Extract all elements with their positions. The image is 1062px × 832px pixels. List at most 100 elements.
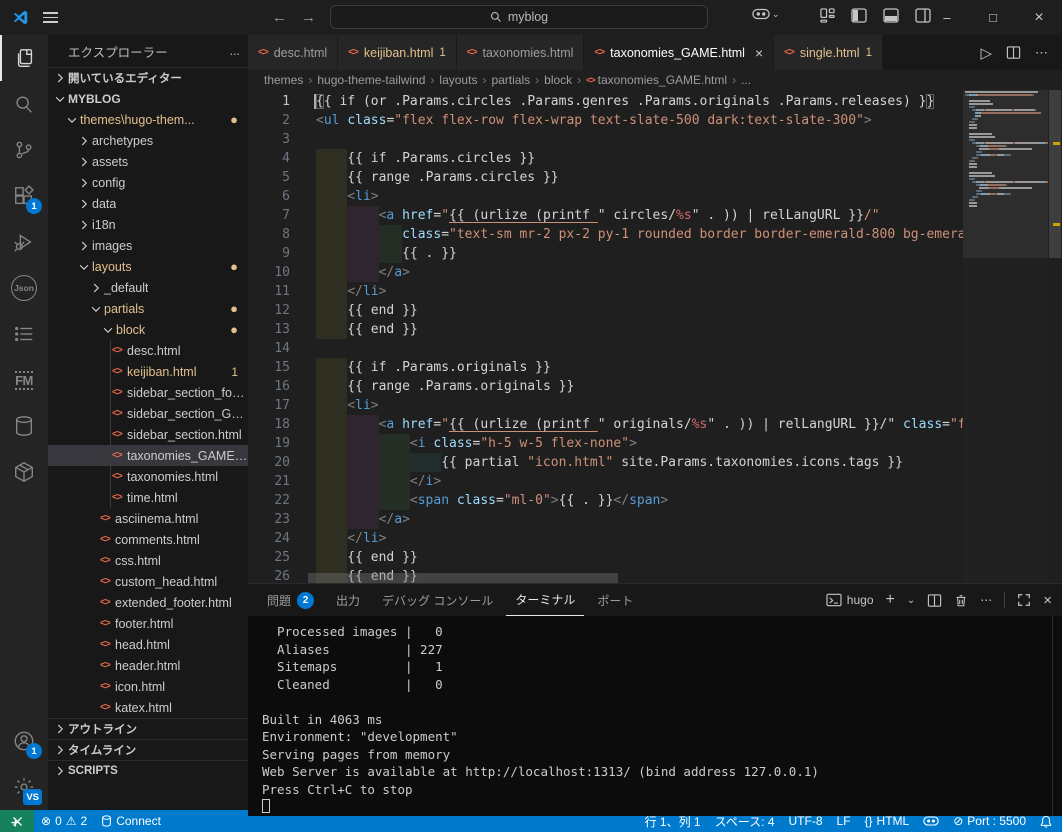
tab-taxonomies-html[interactable]: <>taxonomies.html: [457, 35, 585, 70]
tree-item-data[interactable]: data: [48, 193, 248, 214]
panel-tab-ポート[interactable]: ポート: [588, 584, 642, 616]
activity-package-icon[interactable]: [0, 449, 48, 495]
panel-tab-出力[interactable]: 出力: [327, 584, 369, 616]
tree-item-myblog[interactable]: MYBLOG: [48, 88, 248, 109]
code-line-11[interactable]: 11</li>: [248, 282, 963, 301]
tree-item-keijiban-html[interactable]: <>keijiban.html1: [48, 361, 248, 382]
breadcrumb-item[interactable]: partials: [491, 73, 530, 87]
breadcrumb-item[interactable]: ...: [741, 73, 751, 87]
tab-keijiban-html[interactable]: <>keijiban.html1: [338, 35, 457, 70]
code-line-7[interactable]: 7<a href="{{ (urlize (printf " circles/%…: [248, 206, 963, 225]
breadcrumb-item[interactable]: block: [544, 73, 572, 87]
breadcrumb-item[interactable]: hugo-theme-tailwind: [317, 73, 425, 87]
code-line-17[interactable]: 17<li>: [248, 396, 963, 415]
minimap[interactable]: [963, 90, 1048, 583]
code-line-24[interactable]: 24</li>: [248, 529, 963, 548]
tree-item-head-html[interactable]: <>head.html: [48, 634, 248, 655]
toggle-sidebar-icon[interactable]: [851, 8, 867, 23]
code-line-21[interactable]: 21</i>: [248, 472, 963, 491]
code-line-22[interactable]: 22<span class="ml-0">{{ . }}</span>: [248, 491, 963, 510]
close-button[interactable]: ×: [1016, 0, 1062, 35]
code-line-12[interactable]: 12{{ end }}: [248, 301, 963, 320]
terminal-scrollbar[interactable]: [1052, 616, 1062, 816]
tree-item-extended-footer-html[interactable]: <>extended_footer.html: [48, 592, 248, 613]
activity-database-icon[interactable]: [0, 403, 48, 449]
terminal-profile[interactable]: hugo: [826, 593, 874, 607]
code-line-6[interactable]: 6<li>: [248, 187, 963, 206]
copilot-button[interactable]: ⌄: [752, 7, 780, 21]
tab-single-html[interactable]: <>single.html1: [774, 35, 883, 70]
kill-terminal-icon[interactable]: [954, 593, 968, 608]
code-line-14[interactable]: 14: [248, 339, 963, 358]
tree-item-partials[interactable]: partials●: [48, 298, 248, 319]
activity-json-icon[interactable]: Json: [0, 265, 48, 311]
tree-item-i18n[interactable]: i18n: [48, 214, 248, 235]
activity-front-matter-icon[interactable]: FM: [0, 357, 48, 403]
activity-search-icon[interactable]: [0, 81, 48, 127]
split-terminal-icon[interactable]: [927, 593, 942, 608]
code-line-15[interactable]: 15{{ if .Params.originals }}: [248, 358, 963, 377]
code-line-1[interactable]: 1{{ if (or .Params.circles .Params.genre…: [248, 92, 963, 111]
toggle-panel-icon[interactable]: [883, 8, 899, 23]
panel-tab-問題[interactable]: 問題2: [258, 584, 323, 616]
breadcrumb[interactable]: themes›hugo-theme-tailwind›layouts›parti…: [248, 70, 1062, 90]
maximize-button[interactable]: □: [970, 0, 1016, 35]
breadcrumb-item[interactable]: taxonomies_GAME.html: [598, 73, 727, 87]
editor-vertical-scrollbar[interactable]: [1048, 90, 1062, 583]
panel-tab-デバッグ コンソール[interactable]: デバッグ コンソール: [373, 584, 502, 616]
activity-settings-icon[interactable]: VS: [0, 764, 48, 810]
activity-accounts-icon[interactable]: 1: [0, 718, 48, 764]
tree-item-sidebar-section-ga-[interactable]: <>sidebar_section_GA...: [48, 403, 248, 424]
panel-tab-terminal[interactable]: ターミナル: [506, 584, 584, 616]
tab-taxonomies-game-html[interactable]: <>taxonomies_GAME.html×: [584, 35, 774, 70]
code-line-23[interactable]: 23</a>: [248, 510, 963, 529]
tree-item-icon-html[interactable]: <>icon.html: [48, 676, 248, 697]
tree-item-block[interactable]: block●: [48, 319, 248, 340]
activity-explorer-icon[interactable]: [0, 35, 48, 81]
nav-forward-button[interactable]: →: [301, 9, 316, 26]
split-editor-icon[interactable]: [1006, 45, 1021, 60]
code-line-3[interactable]: 3: [248, 130, 963, 149]
chevron-down-icon[interactable]: ⌄: [907, 595, 915, 606]
code-line-9[interactable]: 9{{ . }}: [248, 244, 963, 263]
connect-status[interactable]: Connect: [94, 810, 168, 832]
activity-run-and-debug-icon[interactable]: [0, 219, 48, 265]
tree-item-footer-html[interactable]: <>footer.html: [48, 613, 248, 634]
tree-item-custom-head-html[interactable]: <>custom_head.html: [48, 571, 248, 592]
activity-extensions-icon[interactable]: 1: [0, 173, 48, 219]
code-line-16[interactable]: 16{{ range .Params.originals }}: [248, 377, 963, 396]
close-panel-icon[interactable]: ×: [1043, 592, 1052, 609]
sidebar-section--[interactable]: アウトライン: [48, 718, 248, 739]
tree-item-taxonomies-html[interactable]: <>taxonomies.html: [48, 466, 248, 487]
maximize-panel-icon[interactable]: [1017, 593, 1031, 607]
code-line-18[interactable]: 18<a href="{{ (urlize (printf " original…: [248, 415, 963, 434]
terminal[interactable]: Processed images | 0 Aliases | 227 Sitem…: [248, 616, 1062, 816]
new-terminal-button[interactable]: +: [886, 591, 895, 609]
nav-back-button[interactable]: ←: [272, 9, 287, 26]
code-line-10[interactable]: 10</a>: [248, 263, 963, 282]
tree-item-taxonomies-game-h-[interactable]: <>taxonomies_GAME.h...: [48, 445, 248, 466]
problems-status[interactable]: ⊗ 0 ⚠ 2: [34, 810, 94, 832]
editor-horizontal-scrollbar[interactable]: [308, 573, 618, 583]
code-line-13[interactable]: 13{{ end }}: [248, 320, 963, 339]
code-line-4[interactable]: 4{{ if .Params.circles }}: [248, 149, 963, 168]
code-editor[interactable]: 1{{ if (or .Params.circles .Params.genre…: [248, 90, 1062, 583]
sidebar-section-scripts[interactable]: SCRIPTS: [48, 760, 248, 781]
tree-item--default[interactable]: _default: [48, 277, 248, 298]
sidebar-section--[interactable]: 開いているエディター: [48, 67, 248, 88]
breadcrumb-item[interactable]: layouts: [439, 73, 477, 87]
tab-desc-html[interactable]: <>desc.html: [248, 35, 338, 70]
remote-indicator[interactable]: [0, 810, 34, 832]
tree-item-assets[interactable]: assets: [48, 151, 248, 172]
more-actions-icon[interactable]: ...: [230, 44, 240, 58]
code-line-19[interactable]: 19<i class="h-5 w-5 flex-none">: [248, 434, 963, 453]
tree-item-time-html[interactable]: <>time.html: [48, 487, 248, 508]
menu-icon[interactable]: [43, 9, 58, 26]
tree-item-config[interactable]: config: [48, 172, 248, 193]
minimize-button[interactable]: –: [924, 0, 970, 35]
more-actions-icon[interactable]: ⋯: [980, 593, 992, 607]
customize-layout-icon[interactable]: [820, 8, 835, 23]
tree-item-header-html[interactable]: <>header.html: [48, 655, 248, 676]
code-line-8[interactable]: 8class="text-sm mr-2 px-2 py-1 rounded b…: [248, 225, 963, 244]
tree-item-images[interactable]: images: [48, 235, 248, 256]
